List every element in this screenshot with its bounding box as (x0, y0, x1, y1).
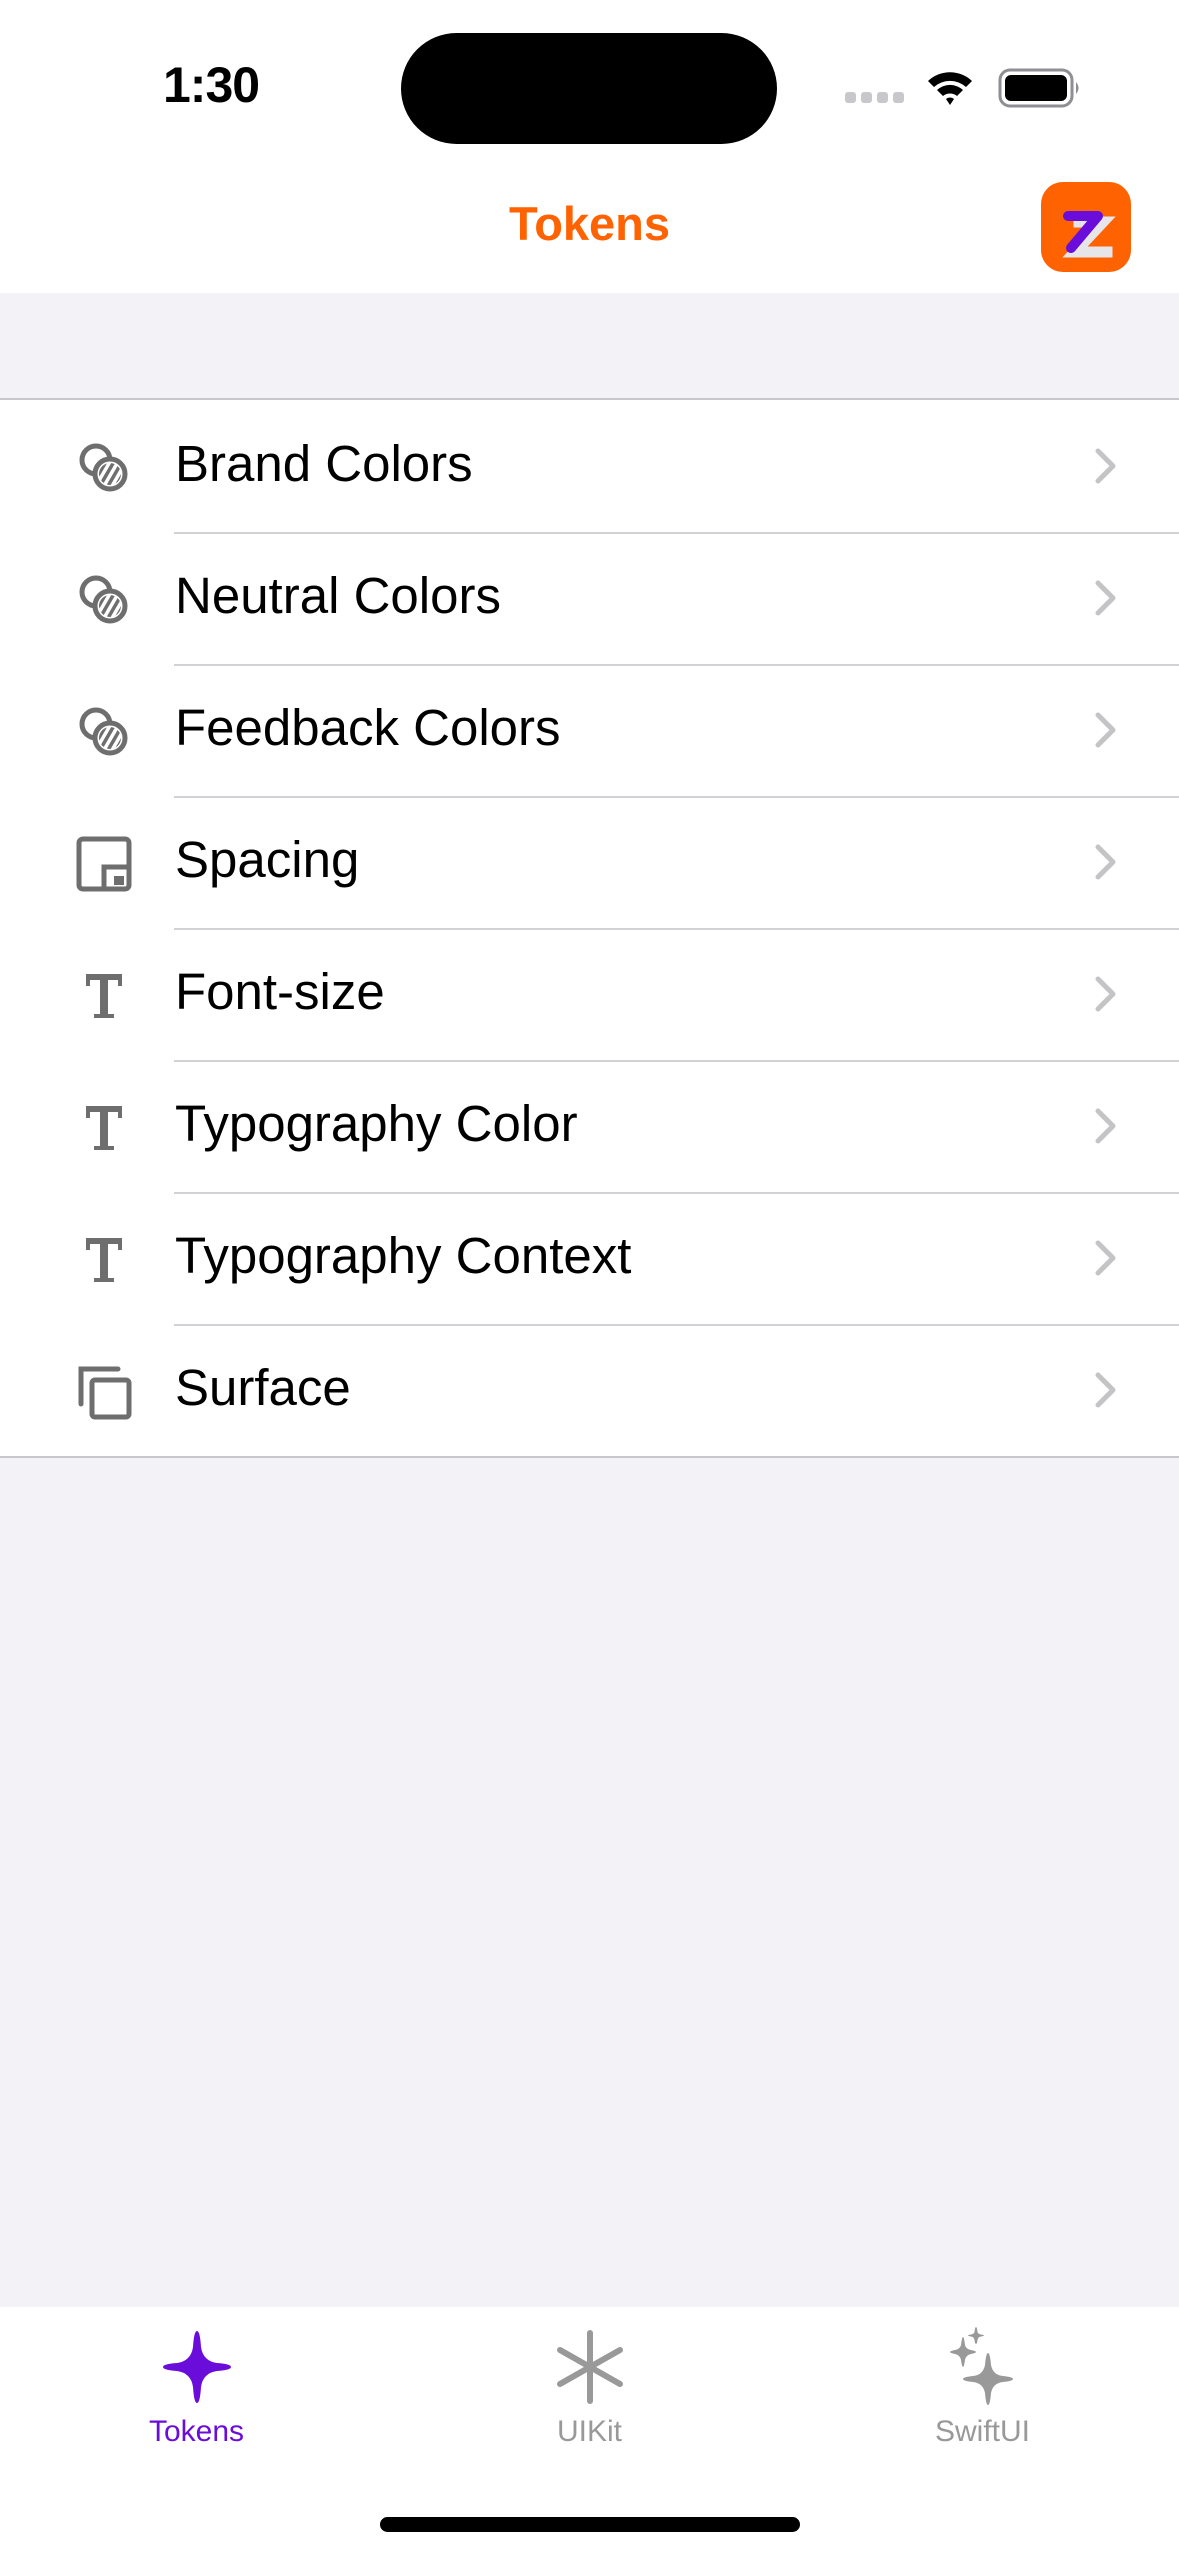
chevron-right-icon (1095, 580, 1116, 616)
tab-uikit[interactable]: UIKit (393, 2307, 786, 2477)
chevron-right-icon (1095, 712, 1116, 748)
tab-swiftui[interactable]: SwiftUI (786, 2307, 1179, 2477)
color-swatches-icon (76, 572, 132, 628)
chevron-right-icon (1095, 844, 1116, 880)
chevron-right-icon (1095, 1108, 1116, 1144)
list-item-font-size[interactable]: Font-size (0, 928, 1179, 1060)
list-item-label: Spacing (175, 831, 360, 888)
layered-squares-icon (76, 1364, 132, 1420)
color-swatches-icon (76, 440, 132, 496)
chevron-right-icon (1095, 1372, 1116, 1408)
chevron-right-icon (1095, 448, 1116, 484)
list-item-brand-colors[interactable]: Brand Colors (0, 400, 1179, 532)
tokens-list: Brand Colors Neutral Colors Feedback Col… (0, 398, 1179, 1458)
text-t-icon (76, 1232, 132, 1288)
spacing-square-icon (76, 836, 132, 892)
text-t-icon (76, 968, 132, 1024)
color-swatches-icon (76, 704, 132, 760)
list-item-label: Feedback Colors (175, 699, 561, 756)
list-item-typography-context[interactable]: Typography Context (0, 1192, 1179, 1324)
list-item-spacing[interactable]: Spacing (0, 796, 1179, 928)
tab-label: UIKit (556, 2415, 622, 2448)
chevron-right-icon (1095, 976, 1116, 1012)
sparkle-icon (157, 2327, 237, 2407)
list-item-feedback-colors[interactable]: Feedback Colors (0, 664, 1179, 796)
list-item-label: Surface (175, 1359, 351, 1416)
tab-label: Tokens (148, 2415, 245, 2448)
battery-full-icon (998, 68, 1079, 108)
wifi-icon (928, 72, 972, 105)
list-item-label: Font-size (175, 963, 385, 1020)
dynamic-island (401, 33, 777, 144)
text-t-icon (76, 1100, 132, 1156)
list-item-label: Typography Context (175, 1227, 632, 1284)
list-item-label: Typography Color (175, 1095, 578, 1152)
tab-tokens[interactable]: Tokens (0, 2307, 393, 2477)
header: 1:30 Tokens (0, 0, 1179, 293)
chevron-right-icon (1095, 1240, 1116, 1276)
page-title: Tokens (508, 197, 671, 250)
list-item-label: Neutral Colors (175, 567, 501, 624)
list-item-label: Brand Colors (175, 435, 473, 492)
status-time: 1:30 (163, 57, 260, 113)
asterisk-icon (550, 2327, 630, 2407)
sparkles-icon (943, 2327, 1023, 2407)
list-item-typography-color[interactable]: Typography Color (0, 1060, 1179, 1192)
z-logo-icon[interactable] (1041, 182, 1131, 272)
list-item-surface[interactable]: Surface (0, 1324, 1179, 1456)
home-indicator[interactable] (380, 2517, 800, 2532)
list-item-neutral-colors[interactable]: Neutral Colors (0, 532, 1179, 664)
cellular-signal-icon (845, 92, 904, 103)
tab-label: SwiftUI (934, 2415, 1030, 2448)
